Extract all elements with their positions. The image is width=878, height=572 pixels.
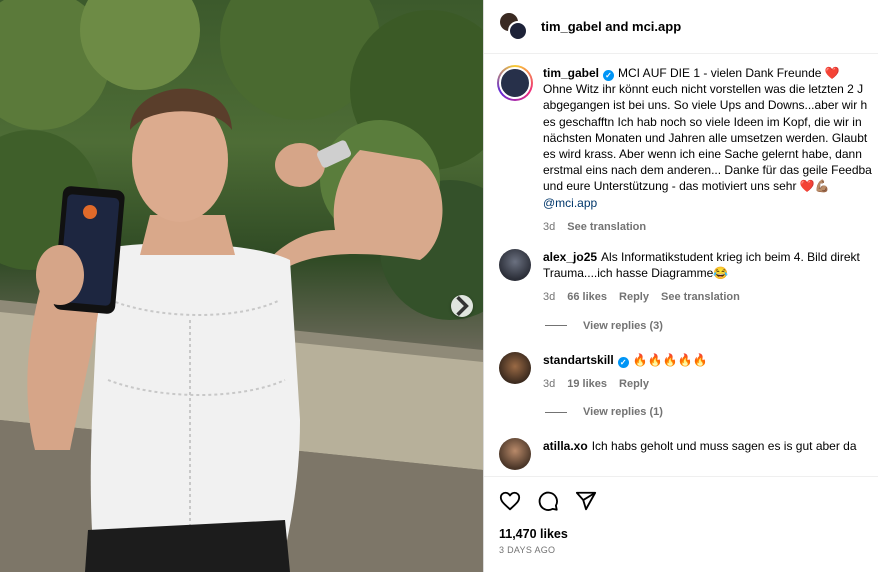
view-replies-label: View replies (1) — [583, 406, 663, 419]
caption-line-1: MCI AUF DIE 1 - vielen Dank Freunde ❤️ — [618, 66, 840, 80]
reply-button[interactable]: Reply — [619, 376, 649, 392]
verified-badge-icon: ✓ — [617, 356, 629, 368]
see-translation-button[interactable]: See translation — [567, 219, 646, 235]
avatar[interactable] — [497, 65, 533, 101]
divider — [545, 325, 567, 327]
likes-count[interactable]: 11,470 likes — [499, 527, 864, 541]
caption-line-4: es geschafftn Ich hab noch so viele Idee… — [543, 114, 862, 129]
heart-icon[interactable] — [499, 490, 521, 512]
view-replies-label: View replies (3) — [583, 319, 663, 332]
comment: atilla.xo Ich habs geholt und muss sagen … — [499, 438, 878, 471]
comments-list[interactable]: tim_gabel ✓ MCI AUF DIE 1 - vielen Dank Fr… — [484, 55, 878, 475]
comment-likes[interactable]: 19 likes — [567, 376, 607, 392]
verified-badge-icon: ✓ — [603, 70, 615, 81]
caption: tim_gabel ✓ MCI AUF DIE 1 - vielen Dank Fr… — [497, 65, 878, 235]
view-replies-button[interactable]: View replies (1) — [545, 406, 878, 418]
caption-line-5: nächsten Monaten und Jahren alle umsetze… — [543, 130, 868, 145]
caption-line-2: Ohne Witz ihr könnt euch nicht vorstelle… — [543, 82, 864, 97]
comment-username[interactable]: alex_jo25 — [543, 250, 597, 264]
comment-text-line-2: Trauma....ich hasse Diagramme😂 — [543, 266, 729, 281]
post-image[interactable] — [0, 0, 483, 572]
comment-time: 3d — [543, 377, 556, 390]
comment: alex_jo25 Als Informatikstudent krieg ich… — [499, 249, 878, 306]
chevron-right-icon — [456, 295, 469, 317]
caption-time: 3d — [543, 220, 556, 233]
comment-username[interactable]: atilla.xo — [543, 439, 588, 453]
instagram-post-view: tim_gabel and mci.app tim_gabel ✓ MCI AUF … — [0, 0, 878, 572]
caption-line-3: abgegangen ist bei uns. So viele Ups and… — [543, 98, 868, 113]
comment-time: 3d — [543, 291, 556, 304]
comment-icon[interactable] — [537, 490, 559, 512]
post-sidebar: tim_gabel and mci.app tim_gabel ✓ MCI AUF … — [483, 0, 878, 572]
comment-text: Als Informatikstudent krieg ich beim 4. … — [601, 250, 860, 265]
comment-username[interactable]: standartskill — [543, 353, 614, 367]
post-actions: 11,470 likes 3 DAYS AGO — [484, 476, 878, 555]
caption-line-8: und eure Unterstützung - das motiviert u… — [543, 179, 830, 194]
next-image-button[interactable] — [451, 295, 473, 317]
header-usernames[interactable]: tim_gabel and mci.app — [541, 19, 681, 34]
see-translation-button[interactable]: See translation — [661, 289, 740, 305]
reply-button[interactable]: Reply — [619, 289, 649, 305]
collab-avatar[interactable] — [499, 11, 529, 42]
comment-text: Ich habs geholt und muss sagen es is gut… — [591, 439, 857, 454]
caption-line-6: es wird krass. Aber wenn ich eine Sache … — [543, 147, 862, 162]
avatar[interactable] — [499, 351, 531, 384]
divider — [545, 411, 567, 413]
photo-illustration — [0, 0, 483, 572]
avatar-mci-app — [508, 20, 528, 41]
post-date: 3 DAYS AGO — [499, 545, 556, 555]
mention-link[interactable]: @mci.app — [543, 195, 878, 211]
caption-line-7: erstmal eins nach dem anderen... Danke f… — [543, 163, 872, 178]
comment-text: 🔥🔥🔥🔥🔥 — [632, 352, 708, 367]
post-header: tim_gabel and mci.app — [484, 0, 878, 54]
view-replies-button[interactable]: View replies (3) — [545, 320, 878, 332]
comment: standartskill ✓ 🔥🔥🔥🔥🔥 3d 19 likes Reply — [499, 351, 878, 392]
avatar[interactable] — [499, 249, 531, 282]
avatar[interactable] — [499, 438, 531, 471]
comment-likes[interactable]: 66 likes — [567, 289, 607, 305]
caption-username[interactable]: tim_gabel — [543, 66, 599, 80]
share-icon[interactable] — [575, 490, 597, 512]
